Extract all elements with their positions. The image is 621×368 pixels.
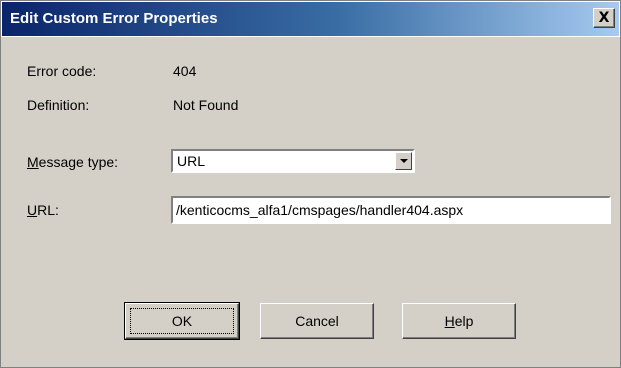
close-button[interactable]: X xyxy=(593,8,615,28)
close-icon: X xyxy=(598,10,610,26)
error-code-value: 404 xyxy=(173,63,197,79)
definition-value: Not Found xyxy=(173,97,239,113)
url-input[interactable] xyxy=(171,196,611,224)
message-type-select[interactable]: URL xyxy=(171,149,415,173)
error-code-label: Error code: xyxy=(27,63,97,79)
help-button-label: Help xyxy=(445,313,474,329)
cancel-button[interactable]: Cancel xyxy=(260,303,374,339)
message-type-label-text: essage type: xyxy=(38,154,119,170)
focus-rectangle xyxy=(130,308,234,334)
definition-label: Definition: xyxy=(27,97,90,113)
dialog-title: Edit Custom Error Properties xyxy=(10,10,218,27)
message-type-accelerator: M xyxy=(27,154,39,170)
help-label-text: elp xyxy=(454,313,474,329)
ok-button[interactable]: OK xyxy=(124,302,240,340)
url-label-text: RL: xyxy=(37,202,59,218)
help-button[interactable]: Help xyxy=(402,303,516,339)
help-accelerator: H xyxy=(444,313,455,329)
message-type-selected-value: URL xyxy=(177,153,206,169)
cancel-button-label: Cancel xyxy=(295,313,339,329)
chevron-down-icon[interactable] xyxy=(395,152,412,170)
edit-custom-error-dialog: Edit Custom Error Properties X Error cod… xyxy=(0,0,621,368)
title-bar: Edit Custom Error Properties X xyxy=(1,1,620,37)
url-label: URL: xyxy=(27,202,59,218)
message-type-label: Message type: xyxy=(27,154,118,170)
url-accelerator: U xyxy=(27,202,38,218)
